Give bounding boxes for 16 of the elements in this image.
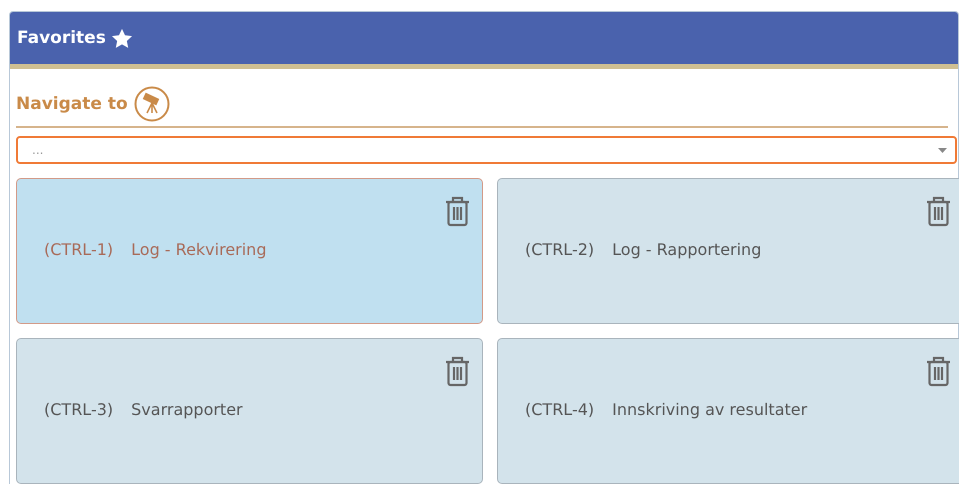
navigate-dropdown[interactable]: ... [16,136,957,164]
shortcut-label: (CTRL-2) [525,240,594,258]
favorite-card[interactable]: (CTRL-3) Svarrapporter [16,338,483,484]
favorite-label: Log - Rapportering [612,240,762,258]
shortcut-label: (CTRL-3) [44,400,114,418]
favorite-card[interactable]: (CTRL-4) Innskriving av resultater [497,338,959,484]
navigate-label: Navigate to [16,94,128,114]
shortcut-label: (CTRL-4) [525,400,594,418]
favorite-label: Log - Rekvirering [131,240,266,258]
shortcut-label: (CTRL-1) [44,240,114,258]
favorite-card[interactable]: (CTRL-1) Log - Rekvirering [16,178,483,324]
favorite-card[interactable]: (CTRL-2) Log - Rapportering [497,178,959,324]
panel-title: Favorites [17,28,106,48]
favorite-label: Svarrapporter [131,400,243,418]
dropdown-placeholder: ... [32,143,44,157]
favorite-label: Innskriving av resultater [612,400,808,418]
